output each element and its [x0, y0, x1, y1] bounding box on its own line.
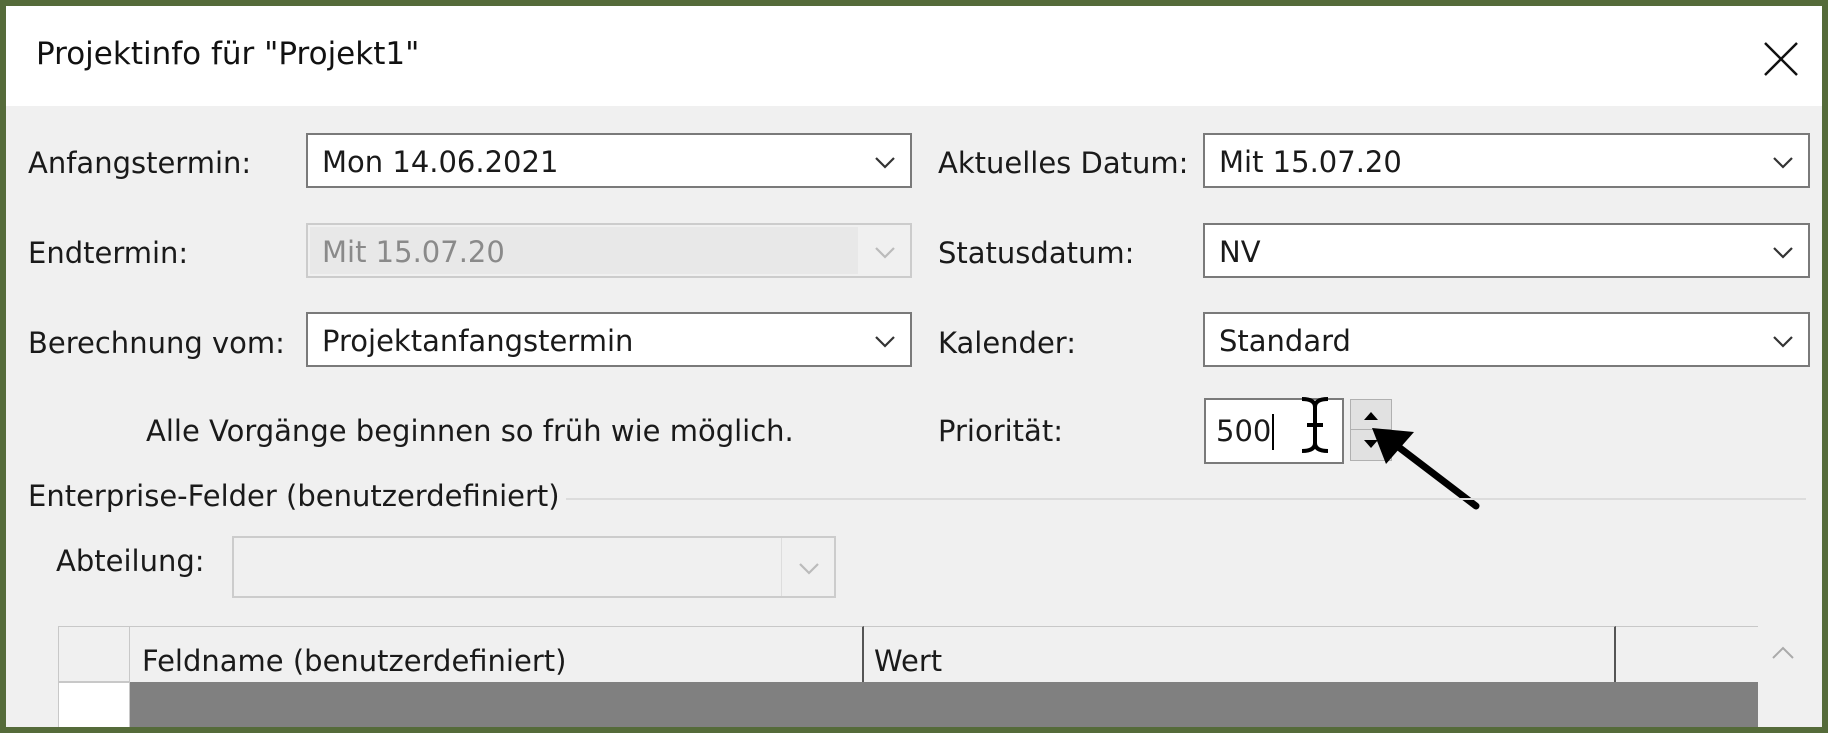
schedule-from-value: Projektanfangstermin — [322, 324, 634, 358]
column-header-value-label: Wert — [874, 644, 943, 678]
chevron-down-icon — [875, 247, 895, 259]
start-date-label: Anfangstermin: — [28, 146, 252, 180]
dialog-title: Projektinfo für "Projekt1" — [36, 36, 420, 72]
column-header-field-name[interactable]: Feldname (benutzerdefiniert) — [130, 626, 864, 682]
department-combo — [232, 536, 836, 598]
chevron-up-icon[interactable] — [1763, 638, 1803, 668]
table-row-selected[interactable] — [130, 682, 1758, 727]
column-header-extra — [1616, 626, 1758, 682]
column-header-field-name-label: Feldname (benutzerdefiniert) — [142, 644, 567, 678]
combo-divider — [781, 538, 782, 596]
chevron-down-icon[interactable] — [1768, 327, 1798, 355]
start-date-value: Mon 14.06.2021 — [322, 145, 559, 179]
text-cursor-icon — [1301, 397, 1329, 453]
column-header-value[interactable]: Wert — [864, 626, 1616, 682]
status-date-value: NV — [1219, 235, 1261, 269]
chevron-down-icon[interactable] — [870, 327, 900, 355]
end-date-value: Mit 15.07.20 — [322, 235, 505, 269]
close-icon — [1764, 42, 1798, 76]
title-bar: Projektinfo für "Projekt1" — [6, 6, 1822, 106]
project-info-dialog: Projektinfo für "Projekt1" Anfangstermin… — [0, 0, 1828, 733]
priority-value: 500 — [1216, 414, 1272, 448]
chevron-down-icon — [799, 563, 819, 575]
end-date-combo: Mit 15.07.20 — [306, 223, 912, 278]
department-label: Abteilung: — [56, 544, 205, 578]
priority-label: Priorität: — [938, 414, 1063, 448]
chevron-down-icon[interactable] — [1768, 238, 1798, 266]
section-separator — [566, 498, 1806, 500]
calendar-value: Standard — [1219, 324, 1351, 358]
enterprise-fields-heading: Enterprise-Felder (benutzerdefiniert) — [28, 479, 560, 513]
chevron-down-icon[interactable] — [1768, 148, 1798, 176]
row-header[interactable] — [58, 682, 130, 727]
custom-fields-grid: Feldname (benutzerdefiniert) Wert — [58, 626, 1808, 727]
calendar-label: Kalender: — [938, 326, 1076, 360]
schedule-from-label: Berechnung vom: — [28, 326, 285, 360]
grid-corner-cell — [58, 626, 130, 682]
close-button[interactable] — [1756, 34, 1806, 84]
grid-scrollbar[interactable] — [1758, 626, 1808, 727]
current-date-combo[interactable]: Mit 15.07.20 — [1203, 133, 1810, 188]
schedule-note: Alle Vorgänge beginnen so früh wie mögli… — [146, 414, 794, 448]
arrow-pointer-icon — [1372, 428, 1480, 510]
chevron-down-icon[interactable] — [870, 148, 900, 176]
calendar-combo[interactable]: Standard — [1203, 312, 1810, 367]
text-caret — [1272, 414, 1274, 450]
schedule-from-combo[interactable]: Projektanfangstermin — [306, 312, 912, 367]
current-date-value: Mit 15.07.20 — [1219, 145, 1402, 179]
status-date-label: Statusdatum: — [938, 236, 1135, 270]
status-date-combo[interactable]: NV — [1203, 223, 1810, 278]
start-date-combo[interactable]: Mon 14.06.2021 — [306, 133, 912, 188]
end-date-label: Endtermin: — [28, 236, 189, 270]
current-date-label: Aktuelles Datum: — [938, 146, 1189, 180]
